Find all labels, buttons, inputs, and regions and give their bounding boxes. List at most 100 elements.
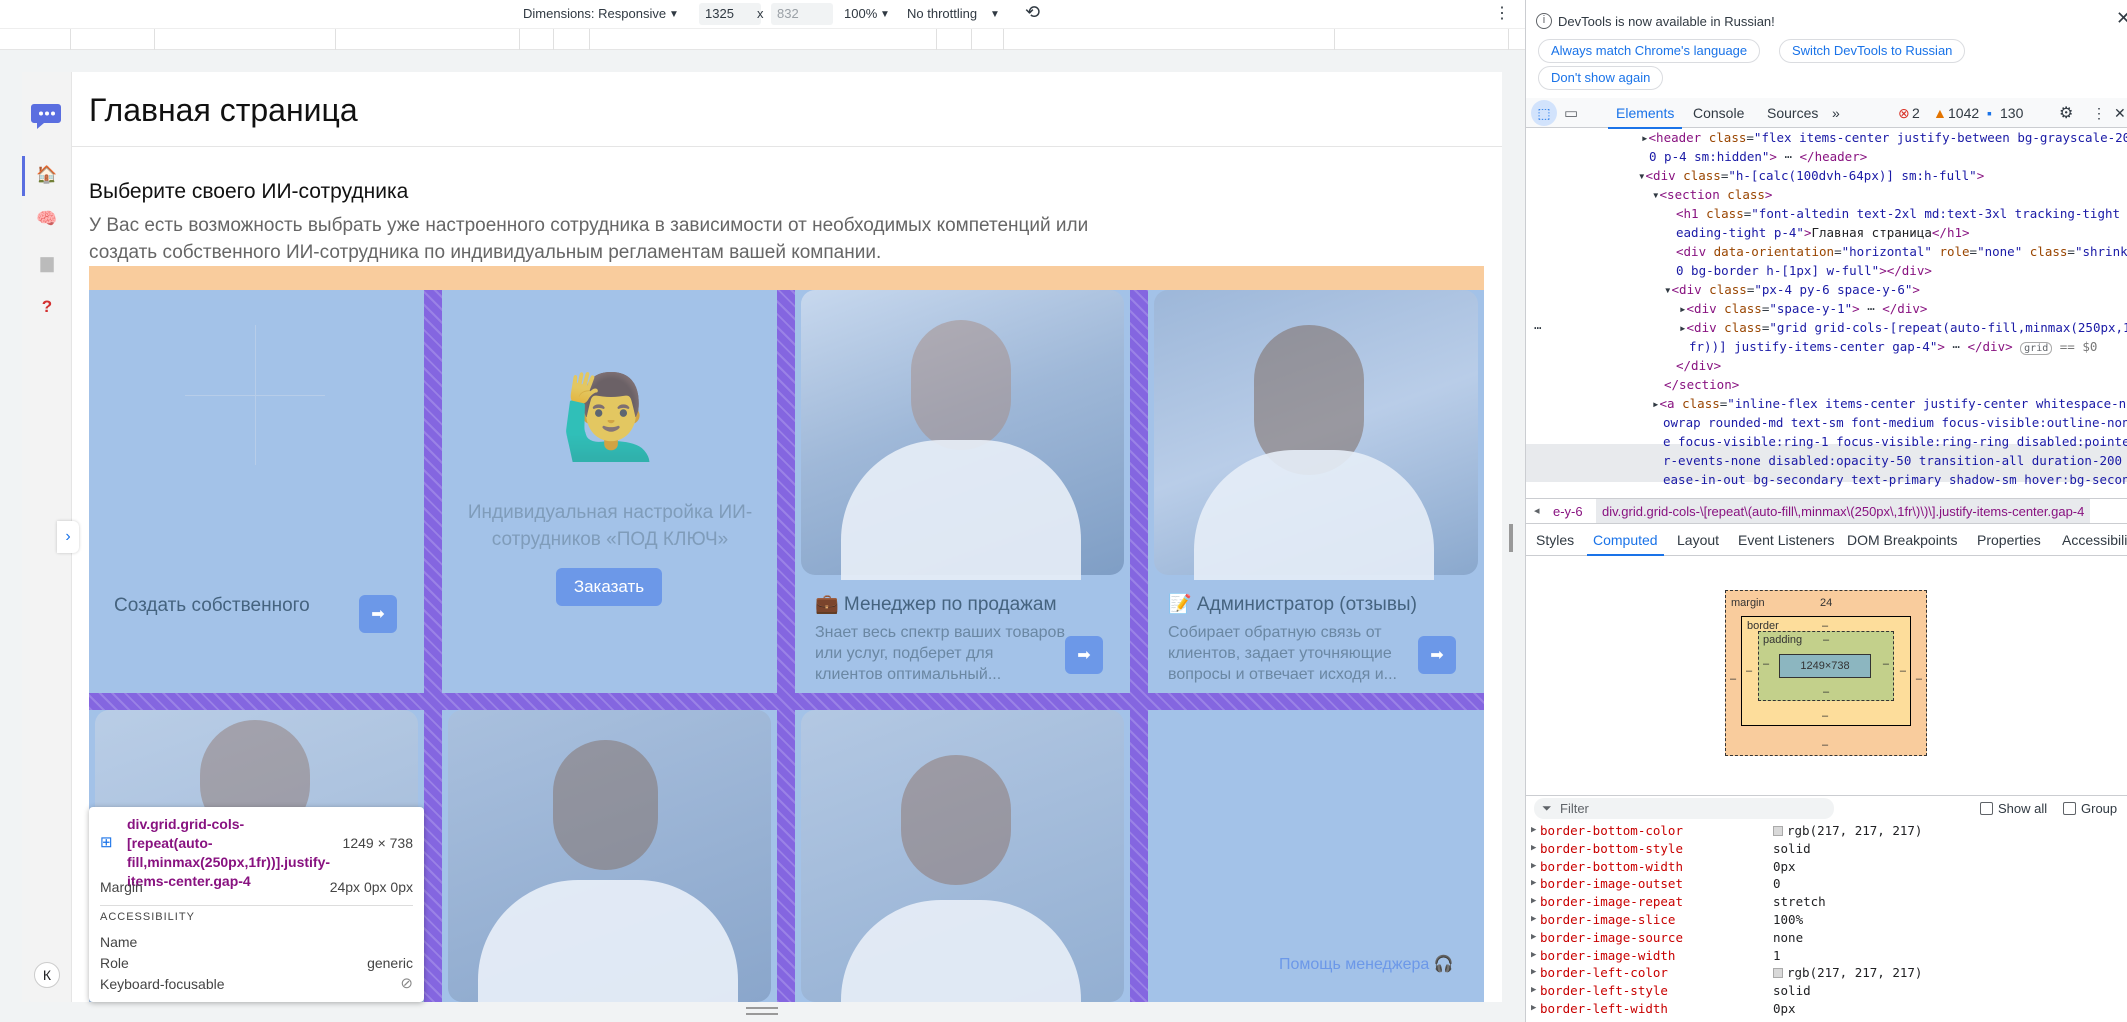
devtools-panel: i DevTools is now available in Russian! …	[1525, 0, 2127, 1022]
gear-icon[interactable]: ⚙	[2059, 103, 2073, 123]
dom-node[interactable]: ▸<div class="space-y-1"> ⋯ </div>	[1679, 299, 1927, 318]
more-tabs-icon[interactable]: »	[1832, 105, 1840, 121]
inspect-icon[interactable]: ⬚	[1531, 100, 1557, 126]
tab-accessibility[interactable]: Accessibility	[2062, 532, 2127, 548]
dont-show-button[interactable]: Don't show again	[1538, 66, 1664, 90]
media-query-ruler	[0, 28, 1525, 51]
page-title: Главная страница	[89, 92, 358, 128]
sales-manager-card[interactable]: 💼 Менеджер по продажам Знает весь спектр…	[795, 290, 1130, 693]
match-language-button[interactable]: Always match Chrome's language	[1538, 39, 1761, 63]
expand-arrow-icon[interactable]: ▶	[1531, 911, 1536, 929]
throttling-dropdown[interactable]: No throttling	[907, 6, 977, 21]
dom-node[interactable]: ▾<div class="h-[calc(100dvh-64px)] sm:h-…	[1638, 166, 1984, 185]
tab-properties[interactable]: Properties	[1977, 532, 2041, 548]
dom-node[interactable]: ▾<section class>	[1652, 185, 1772, 204]
expand-arrow-icon[interactable]: ▶	[1531, 929, 1536, 947]
more-options-icon[interactable]: ⋮	[2092, 105, 2106, 122]
tab-dom-breakpoints[interactable]: DOM Breakpoints	[1847, 532, 1957, 548]
error-count[interactable]: 2	[1912, 105, 1920, 121]
resize-handle[interactable]	[746, 1007, 778, 1015]
breadcrumb-prev[interactable]: e-y-6	[1553, 504, 1583, 519]
color-swatch[interactable]	[1773, 968, 1783, 979]
book-icon[interactable]: ▆	[34, 250, 60, 276]
expand-arrow-icon[interactable]: ▶	[1531, 822, 1536, 840]
tooltip-selector: div.grid.grid-cols-[repeat(auto-fill,min…	[127, 816, 331, 889]
more-options-icon[interactable]: ⋮	[1494, 3, 1510, 23]
tab-event-listeners[interactable]: Event Listeners	[1738, 532, 1835, 548]
brain-icon[interactable]: 🧠	[34, 206, 60, 232]
order-button[interactable]: Заказать	[556, 568, 662, 606]
margin-label: Margin	[100, 879, 143, 895]
property-value: rgb(217, 217, 217)	[1773, 964, 1922, 982]
property-name: border-image-outset	[1540, 876, 1683, 892]
expand-arrow-icon[interactable]: ▶	[1531, 858, 1536, 876]
arrow-right-button[interactable]: ➡	[359, 595, 397, 633]
active-indicator	[22, 156, 25, 196]
custom-setup-card[interactable]: 🙋‍♂️ Индивидуальная настройка ИИ-сотрудн…	[442, 290, 777, 693]
property-name: border-bottom-width	[1540, 858, 1683, 874]
info-count[interactable]: 130	[2000, 105, 2023, 121]
box-model-diagram: margin 24 – – – border – – – – padding –…	[1725, 590, 1927, 756]
tab-layout[interactable]: Layout	[1677, 532, 1719, 548]
dom-node[interactable]: <div data-orientation="horizontal" role=…	[1676, 242, 2127, 261]
expand-arrow-icon[interactable]: ▶	[1531, 982, 1536, 1000]
not-focusable-icon: ⊘	[400, 975, 413, 992]
width-input[interactable]: 1325	[699, 3, 761, 25]
chevron-right-icon[interactable]: ›	[57, 521, 79, 553]
card-title: 📝 Администратор (отзывы)	[1168, 594, 1417, 615]
device-toggle-icon[interactable]: ▭	[1564, 104, 1578, 122]
breadcrumb-current[interactable]: div.grid.grid-cols-\[repeat\(auto-fill\,…	[1596, 499, 2091, 523]
box-model-border: border – – – – padding – – – – 1249×738	[1741, 616, 1911, 726]
chevron-left-icon[interactable]: ◂	[1534, 504, 1540, 517]
expand-arrow-icon[interactable]: ▶	[1531, 947, 1536, 965]
dom-node[interactable]: ▸<a class="inline-flex items-center just…	[1652, 394, 2126, 413]
employee-card[interactable]	[442, 710, 777, 1002]
expand-arrow-icon[interactable]: ▶	[1531, 893, 1536, 911]
tab-elements[interactable]: Elements	[1607, 105, 1683, 129]
close-icon[interactable]: ✕	[2114, 105, 2126, 122]
chat-logo-icon[interactable]	[28, 96, 66, 134]
dom-node[interactable]: <h1 class="font-altedin text-2xl md:text…	[1676, 204, 2127, 223]
expand-arrow-icon[interactable]: ▶	[1531, 964, 1536, 982]
dom-node-selected[interactable]: ▸<div class="grid grid-cols-[repeat(auto…	[1679, 318, 2127, 337]
help-icon[interactable]: ?	[34, 294, 60, 320]
tab-styles[interactable]: Styles	[1536, 532, 1574, 548]
expand-arrow-icon[interactable]: ▶	[1531, 875, 1536, 893]
arrow-right-button[interactable]: ➡	[1065, 636, 1103, 674]
device-toolbar: Dimensions: Responsive ▼ 1325 x 832 100%…	[0, 0, 1525, 28]
height-input[interactable]: 832	[771, 3, 833, 25]
employee-card[interactable]	[795, 710, 1130, 1002]
dom-node[interactable]: ▾<div class="px-4 py-6 space-y-6">	[1664, 280, 1920, 299]
name-label: Name	[100, 934, 138, 950]
dimensions-dropdown[interactable]: Dimensions: Responsive	[523, 6, 666, 21]
arrow-right-button[interactable]: ➡	[1418, 636, 1456, 674]
property-name: border-bottom-style	[1540, 840, 1683, 856]
close-icon[interactable]: ✕	[2116, 8, 2127, 29]
warning-count[interactable]: 1042	[1948, 105, 1979, 121]
tab-computed[interactable]: Computed	[1587, 532, 1664, 556]
home-icon[interactable]: 🏠	[34, 162, 60, 188]
show-all-checkbox[interactable]	[1980, 802, 1993, 815]
administrator-card[interactable]: 📝 Администратор (отзывы) Собирает обратн…	[1148, 290, 1484, 693]
expand-arrow-icon[interactable]: ▶	[1531, 1000, 1536, 1018]
dom-tree: ▸<header class="flex items-center justif…	[1526, 128, 2127, 498]
zoom-dropdown[interactable]: 100%	[844, 6, 877, 21]
employee-photo	[1154, 290, 1478, 580]
role-value: generic	[367, 955, 413, 971]
property-value: solid	[1773, 840, 1811, 856]
group-checkbox[interactable]	[2063, 802, 2076, 815]
dom-node[interactable]: ▸<header class="flex items-center justif…	[1641, 128, 2127, 147]
split-handle[interactable]	[1509, 524, 1513, 552]
manager-help-link[interactable]: Помощь менеджера 🎧	[1279, 954, 1454, 974]
create-own-card[interactable]: Создать собственного ➡	[89, 290, 424, 693]
avatar[interactable]: К	[34, 962, 60, 988]
filter-input-box[interactable]: ⏷ Filter	[1534, 798, 1834, 819]
empty-grid-cell: Помощь менеджера 🎧	[1148, 710, 1484, 1002]
rotate-icon[interactable]: ⟲	[1025, 2, 1040, 23]
tab-console[interactable]: Console	[1693, 105, 1744, 121]
color-swatch[interactable]	[1773, 826, 1783, 836]
expand-arrow-icon[interactable]: ▶	[1531, 840, 1536, 858]
switch-russian-button[interactable]: Switch DevTools to Russian	[1779, 39, 1966, 63]
tab-sources[interactable]: Sources	[1767, 105, 1818, 121]
filter-input[interactable]: Filter	[1560, 801, 1589, 816]
